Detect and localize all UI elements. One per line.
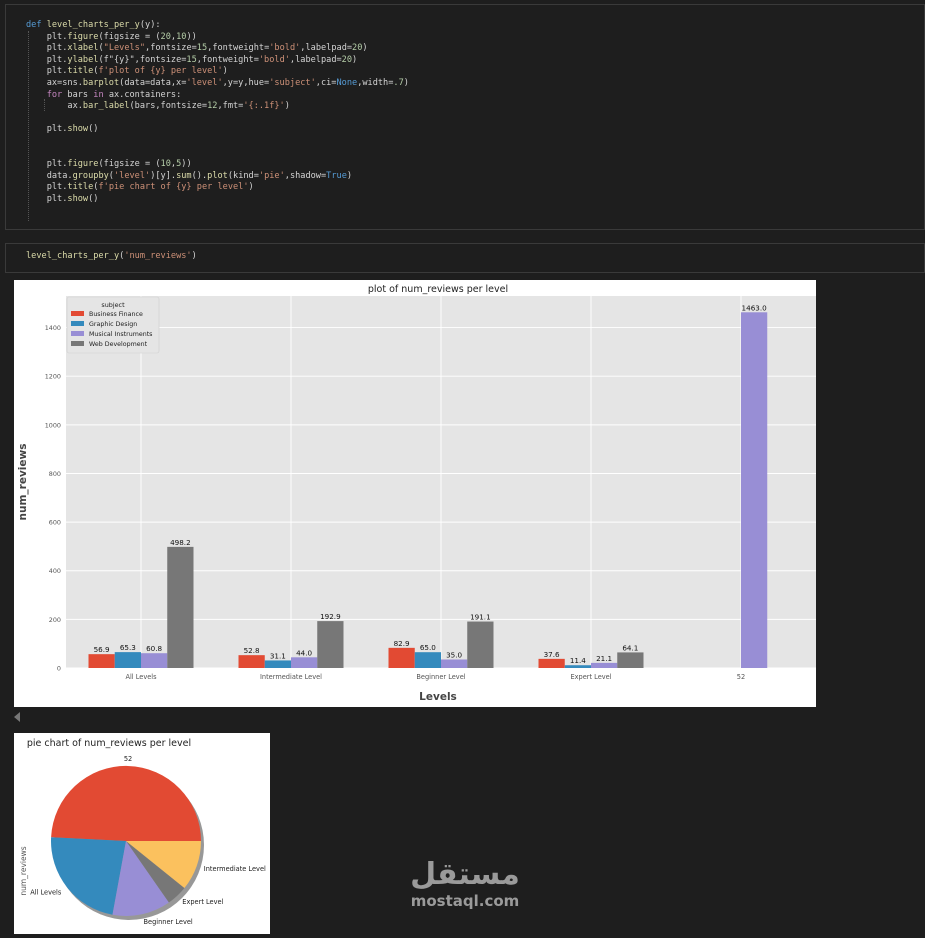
legend-swatch: [71, 331, 84, 336]
bar-value-label: 192.9: [320, 612, 341, 621]
bar-value-label: 64.1: [622, 643, 638, 652]
code-line[interactable]: plt.ylabel(f"{y}",fontsize=15,fontweight…: [26, 55, 358, 65]
code-line[interactable]: data.groupby('level')[y].sum().plot(kind…: [26, 171, 352, 181]
pie-slice-label: Beginner Level: [144, 918, 193, 926]
bar: [114, 652, 141, 668]
pie-slice-label: Expert Level: [182, 898, 223, 906]
y-tick-label: 800: [49, 470, 61, 478]
bar-value-label: 11.4: [570, 656, 586, 665]
bar: [317, 621, 344, 668]
collapse-output-icon[interactable]: [14, 712, 20, 722]
bar-value-label: 21.1: [596, 654, 612, 663]
pie-title: pie chart of num_reviews per level: [27, 738, 191, 749]
code-line[interactable]: plt.show(): [26, 194, 99, 204]
legend-swatch: [71, 321, 84, 326]
code-line[interactable]: level_charts_per_y('num_reviews'): [26, 251, 197, 261]
bar: [441, 659, 468, 668]
bar-value-label: 498.2: [170, 538, 191, 547]
pie-slice: [51, 765, 202, 841]
y-axis-label: num_reviews: [17, 444, 29, 521]
y-tick-label: 1200: [45, 373, 61, 381]
bar: [141, 653, 168, 668]
bar: [564, 665, 591, 668]
chart-title: plot of num_reviews per level: [368, 284, 508, 295]
y-tick-label: 400: [49, 567, 61, 575]
cell-gutter: [6, 244, 9, 272]
cell-gutter: [6, 5, 9, 229]
bar-value-label: 1463.0: [742, 303, 768, 312]
legend-label: Musical Instruments: [89, 331, 152, 338]
x-tick-label: 52: [737, 673, 745, 681]
bar: [591, 662, 618, 668]
bar: [238, 655, 265, 668]
y-tick-label: 1400: [45, 324, 61, 332]
y-tick-label: 1000: [45, 421, 61, 429]
legend-label: Web Development: [89, 341, 148, 348]
bar-value-label: 44.0: [296, 648, 312, 657]
pie-slice-label: Intermediate Level: [204, 865, 266, 873]
watermark-latin: mostaql.com: [410, 892, 520, 910]
legend-swatch: [71, 311, 84, 316]
x-axis-label: Levels: [419, 691, 457, 703]
bar: [538, 658, 565, 668]
watermark-logo: مستقل mostaql.com: [405, 857, 525, 911]
code-line[interactable]: ax.bar_label(bars,fontsize=12,fmt='{:.1f…: [26, 101, 290, 111]
bar-value-label: 65.3: [120, 643, 136, 652]
y-tick-label: 0: [57, 665, 61, 673]
bar-value-label: 52.8: [244, 646, 260, 655]
pie-slice-label: All Levels: [30, 889, 62, 897]
bar: [388, 647, 415, 668]
code-editor[interactable]: level_charts_per_y('num_reviews'): [26, 251, 197, 263]
legend: subject Business Finance Graphic Design Mu…: [66, 296, 160, 354]
code-line[interactable]: plt.title(f'plot of {y} per level'): [26, 66, 228, 76]
code-line[interactable]: plt.show(): [26, 124, 99, 134]
code-line[interactable]: plt.xlabel("Levels",fontsize=15,fontweig…: [26, 43, 368, 53]
code-line[interactable]: plt.figure(figsize = (20,10)): [26, 32, 197, 42]
y-tick-label: 200: [49, 616, 61, 624]
bar-value-label: 65.0: [420, 643, 436, 652]
x-tick-label: Expert Level: [570, 673, 611, 681]
bar: [88, 654, 115, 668]
bar-value-label: 35.0: [446, 650, 462, 659]
code-cell-1[interactable]: def level_charts_per_y(y): plt.figure(fi…: [5, 4, 925, 230]
code-cell-2[interactable]: level_charts_per_y('num_reviews'): [5, 243, 925, 273]
legend-swatch: [71, 341, 84, 346]
x-tick-label: Beginner Level: [416, 673, 465, 681]
pie-y-label: num_reviews: [19, 846, 28, 895]
bar-value-label: 191.1: [470, 613, 491, 622]
legend-title: subject: [101, 301, 125, 309]
bar: [414, 652, 441, 668]
legend-label: Graphic Design: [89, 321, 137, 328]
bar: [741, 312, 768, 668]
code-editor[interactable]: def level_charts_per_y(y): plt.figure(fi…: [26, 20, 409, 206]
pie-slice-label: 52: [124, 755, 132, 763]
x-tick-label: Intermediate Level: [260, 673, 322, 681]
code-line[interactable]: plt.figure(figsize = (10,5)): [26, 159, 192, 169]
code-line[interactable]: ax=sns.barplot(data=data,x='level',y=y,h…: [26, 78, 409, 88]
output-bar-chart: 56.9 52.8 82.9 37.6 65.3 31.1 65.0 11.4 60.8 44.0…: [14, 280, 816, 707]
bar-value-label: 37.6: [544, 650, 560, 659]
bar-value-label: 56.9: [94, 645, 110, 654]
bar: [167, 546, 194, 668]
watermark-arabic: مستقل: [410, 857, 520, 892]
bar: [264, 660, 291, 668]
bar-value-label: 31.1: [270, 651, 286, 660]
bar-value-label: 60.8: [146, 644, 162, 653]
code-line[interactable]: for bars in ax.containers:: [26, 90, 182, 100]
legend-label: Business Finance: [89, 311, 143, 318]
bar: [617, 652, 644, 668]
output-pie-chart: pie chart of num_reviews per level num_r…: [14, 733, 270, 934]
bar: [291, 657, 318, 668]
x-tick-label: All Levels: [125, 673, 157, 681]
y-tick-label: 600: [49, 519, 61, 527]
pie-chart-svg: pie chart of num_reviews per level num_r…: [19, 738, 266, 926]
code-line[interactable]: [26, 136, 47, 146]
bar-value-label: 82.9: [394, 639, 410, 648]
code-line[interactable]: def level_charts_per_y(y):: [26, 20, 161, 30]
bar: [467, 621, 494, 668]
code-line[interactable]: plt.title(f'pie chart of {y} per level'): [26, 182, 254, 192]
code-line[interactable]: [26, 113, 47, 123]
bar-chart-svg: 56.9 52.8 82.9 37.6 65.3 31.1 65.0 11.4 60.8 44.0…: [17, 284, 816, 703]
